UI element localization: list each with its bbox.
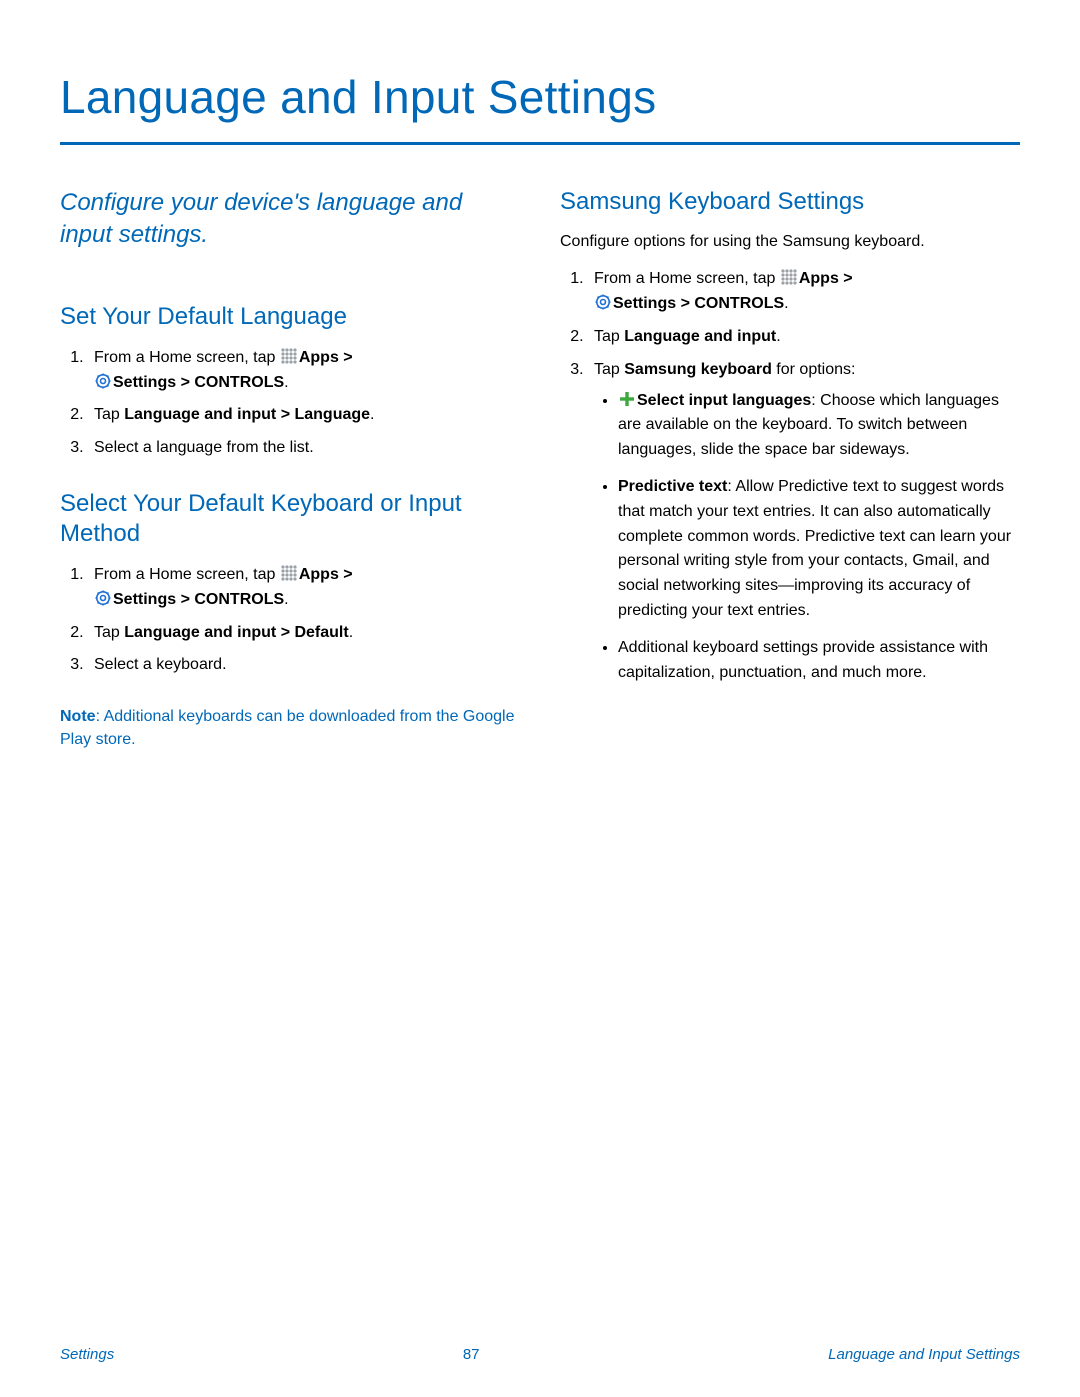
step-text: .: [776, 328, 780, 345]
step-text: .: [349, 624, 353, 641]
step-text: Tap: [594, 361, 624, 378]
step-item: From a Home screen, tap Apps > Settings …: [588, 267, 1020, 317]
step-bold: Language and input > Default: [124, 624, 348, 641]
step-text: >: [176, 374, 194, 391]
step-text: for options:: [772, 361, 856, 378]
bullet-text: : Allow Predictive text to suggest words…: [618, 478, 1011, 619]
step-text: From a Home screen, tap: [94, 566, 280, 583]
settings-label: Settings: [613, 295, 676, 312]
title-divider: [60, 142, 1020, 145]
step-text: .: [370, 406, 374, 423]
step-text: .: [284, 374, 288, 391]
page-title: Language and Input Settings: [60, 70, 1020, 124]
apps-label: Apps: [299, 566, 339, 583]
note-rest: : Additional keyboards can be downloaded…: [60, 708, 515, 747]
steps-samsung-keyboard: From a Home screen, tap Apps > Settings …: [560, 267, 1020, 685]
step-item: Tap Language and input > Default.: [88, 621, 520, 646]
footer-left: Settings: [60, 1346, 114, 1363]
list-item: Predictive text: Allow Predictive text t…: [618, 475, 1020, 624]
step-text: >: [676, 295, 694, 312]
left-column: Configure your device's language and inp…: [60, 187, 520, 779]
page-number: 87: [463, 1346, 480, 1363]
step-text: >: [339, 566, 353, 583]
apps-icon: [281, 348, 297, 364]
step-item: Tap Samsung keyboard for options: Select…: [588, 358, 1020, 686]
intro-text: Configure your device's language and inp…: [60, 187, 520, 252]
step-text: >: [176, 591, 194, 608]
list-item: Select input languages: Choose which lan…: [618, 389, 1020, 463]
step-text: Tap: [94, 624, 124, 641]
settings-label: Settings: [113, 591, 176, 608]
apps-label: Apps: [299, 349, 339, 366]
bullet-bold: Predictive text: [618, 478, 727, 495]
step-item: From a Home screen, tap Apps > Settings …: [88, 563, 520, 613]
step-text: Tap: [594, 328, 624, 345]
section-heading-samsung-keyboard: Samsung Keyboard Settings: [560, 187, 1020, 217]
plus-icon: [619, 391, 635, 407]
section-heading-default-keyboard: Select Your Default Keyboard or Input Me…: [60, 489, 520, 549]
step-item: Tap Language and input > Language.: [88, 403, 520, 428]
step-text: From a Home screen, tap: [594, 270, 780, 287]
right-column: Samsung Keyboard Settings Configure opti…: [560, 187, 1020, 779]
steps-default-language: From a Home screen, tap Apps > Settings …: [60, 346, 520, 461]
step-item: Select a language from the list.: [88, 436, 520, 461]
bullet-bold: Select input languages: [637, 392, 811, 409]
step-text: From a Home screen, tap: [94, 349, 280, 366]
step-text: Tap: [94, 406, 124, 423]
section-heading-default-language: Set Your Default Language: [60, 302, 520, 332]
section-desc: Configure options for using the Samsung …: [560, 231, 1020, 253]
settings-icon: [95, 373, 111, 389]
step-bold: Language and input: [624, 328, 776, 345]
step-item: Tap Language and input.: [588, 325, 1020, 350]
step-item: Select a keyboard.: [88, 653, 520, 678]
list-item: Additional keyboard settings provide ass…: [618, 636, 1020, 686]
samsung-options-list: Select input languages: Choose which lan…: [594, 389, 1020, 686]
step-bold: Language and input > Language: [124, 406, 370, 423]
controls-label: CONTROLS: [694, 295, 784, 312]
note-text: Note: Additional keyboards can be downlo…: [60, 706, 520, 751]
apps-icon: [781, 269, 797, 285]
step-text: .: [784, 295, 788, 312]
settings-label: Settings: [113, 374, 176, 391]
footer-right: Language and Input Settings: [828, 1346, 1020, 1363]
steps-default-keyboard: From a Home screen, tap Apps > Settings …: [60, 563, 520, 678]
settings-icon: [595, 294, 611, 310]
note-lead: Note: [60, 708, 96, 725]
controls-label: CONTROLS: [194, 374, 284, 391]
step-bold: Samsung keyboard: [624, 361, 772, 378]
page-footer: Settings 87 Language and Input Settings: [0, 1346, 1080, 1363]
step-text: >: [339, 349, 353, 366]
controls-label: CONTROLS: [194, 591, 284, 608]
apps-label: Apps: [799, 270, 839, 287]
apps-icon: [281, 565, 297, 581]
settings-icon: [95, 590, 111, 606]
step-item: From a Home screen, tap Apps > Settings …: [88, 346, 520, 396]
step-text: .: [284, 591, 288, 608]
step-text: >: [839, 270, 853, 287]
